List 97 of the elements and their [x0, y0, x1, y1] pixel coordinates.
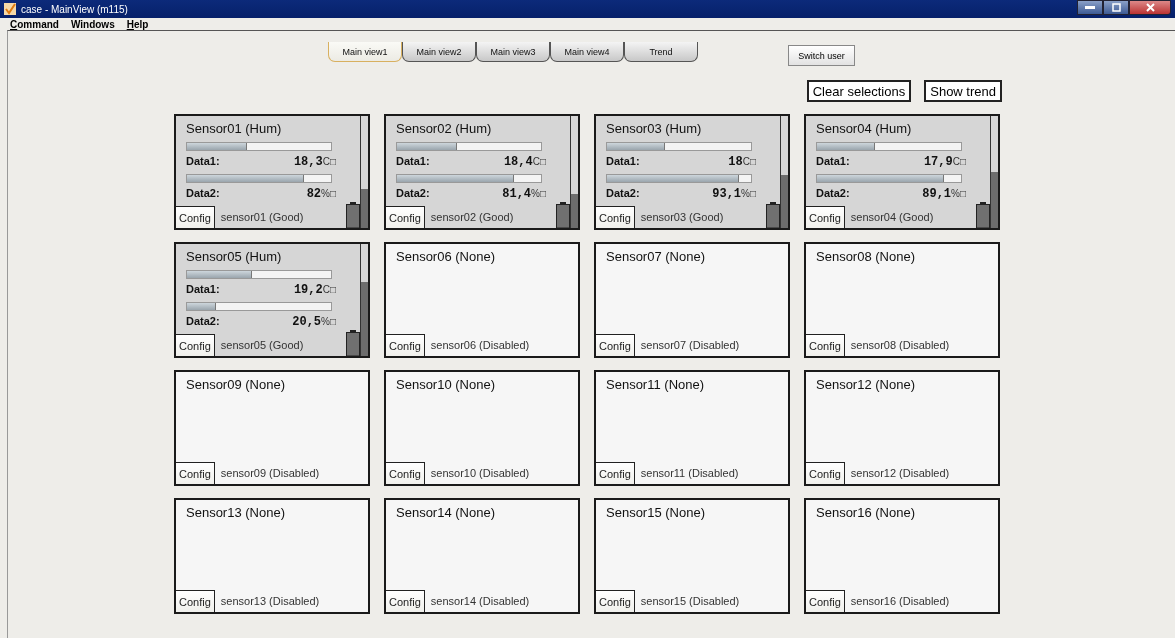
data-unit: C□ [952, 156, 966, 167]
config-button[interactable]: Config [176, 334, 215, 356]
menu-item[interactable]: Command [10, 18, 59, 30]
sensor-title: Sensor06 (None) [395, 248, 496, 265]
minimize-button[interactable] [1077, 0, 1103, 15]
data-value: 81,4 [502, 187, 532, 201]
data-unit: %□ [741, 188, 756, 199]
sensor-status: sensor08 (Disabled) [850, 338, 950, 351]
sensor-title: Sensor04 (Hum) [815, 120, 913, 137]
config-button[interactable]: Config [596, 462, 635, 484]
data-value: 18 [728, 155, 743, 169]
sensor-title: Sensor14 (None) [395, 504, 496, 521]
data-value: 20,5 [292, 315, 322, 329]
minimize-icon [1085, 5, 1095, 10]
data-label: Data1: [396, 155, 430, 167]
config-button[interactable]: Config [386, 206, 425, 228]
action-button[interactable]: Show trend [924, 80, 1002, 102]
data-unit: C□ [322, 156, 336, 167]
sensor-title: Sensor15 (None) [605, 504, 706, 521]
data-label: Data1: [186, 155, 220, 167]
sensor-title: Sensor11 (None) [605, 376, 706, 393]
menu-item[interactable]: Help [126, 18, 149, 30]
tab[interactable]: Main view4 [550, 42, 624, 62]
sensor-status: sensor12 (Disabled) [850, 466, 950, 479]
data-label: Data1: [186, 283, 220, 295]
config-button[interactable]: Config [176, 206, 215, 228]
window-title: case - MainView (m115) [21, 3, 128, 15]
sensor-title: Sensor08 (None) [815, 248, 916, 265]
sensor-title: Sensor09 (None) [185, 376, 286, 393]
config-button[interactable]: Config [596, 590, 635, 612]
sensor-status: sensor14 (Disabled) [430, 594, 530, 607]
data-value: 18,3 [293, 155, 323, 169]
config-button[interactable]: Config [176, 590, 215, 612]
menu-item[interactable]: Windows [70, 18, 115, 30]
app-icon [4, 3, 16, 15]
config-button[interactable]: Config [596, 206, 635, 228]
sensor-title: Sensor01 (Hum) [185, 120, 283, 137]
data-value: 89,1 [922, 187, 952, 201]
sensor-title: Sensor07 (None) [605, 248, 706, 265]
maximize-icon [1111, 3, 1121, 12]
data-label: Data2: [186, 315, 220, 327]
sensor-title: Sensor02 (Hum) [395, 120, 493, 137]
data-unit: C□ [742, 156, 756, 167]
maximize-button[interactable] [1103, 0, 1129, 15]
sensor-title: Sensor03 (Hum) [605, 120, 703, 137]
data-value: 82 [306, 187, 322, 201]
sensor-title: Sensor10 (None) [395, 376, 496, 393]
tab[interactable]: Trend [624, 42, 698, 62]
data-unit: %□ [531, 188, 546, 199]
data-label: Data1: [816, 155, 850, 167]
sensor-status: sensor01 (Good) [220, 210, 304, 223]
config-button[interactable]: Config [386, 462, 425, 484]
sensor-status: sensor10 (Disabled) [430, 466, 530, 479]
sensor-status: sensor06 (Disabled) [430, 338, 530, 351]
config-button[interactable]: Config [806, 334, 845, 356]
data-unit: C□ [532, 156, 546, 167]
data-unit: %□ [321, 316, 336, 327]
sensor-title: Sensor05 (Hum) [185, 248, 283, 265]
tab[interactable]: Main view2 [402, 42, 476, 62]
close-button[interactable] [1129, 0, 1171, 15]
sensor-title: Sensor13 (None) [185, 504, 286, 521]
config-button[interactable]: Config [386, 334, 425, 356]
data-label: Data2: [606, 187, 640, 199]
data-unit: %□ [951, 188, 966, 199]
data-label: Data2: [186, 187, 220, 199]
close-icon [1145, 3, 1155, 12]
data-value: 17,9 [923, 155, 953, 169]
sensor-status: sensor11 (Disabled) [640, 466, 739, 479]
config-button[interactable]: Config [596, 334, 635, 356]
data-value: 93,1 [712, 187, 742, 201]
sensor-status: sensor13 (Disabled) [220, 594, 320, 607]
data-label: Data1: [606, 155, 640, 167]
config-button[interactable]: Config [806, 206, 845, 228]
tab[interactable]: Main view1 [328, 42, 402, 62]
sensor-status: sensor04 (Good) [850, 210, 934, 223]
sensor-status: sensor09 (Disabled) [220, 466, 320, 479]
data-label: Data2: [816, 187, 850, 199]
config-button[interactable]: Config [806, 462, 845, 484]
action-button[interactable]: Clear selections [806, 80, 912, 102]
sensor-status: sensor03 (Good) [640, 210, 724, 223]
sensor-status: sensor02 (Good) [430, 210, 514, 223]
config-button[interactable]: Config [386, 590, 425, 612]
data-unit: %□ [321, 188, 336, 199]
data-label: Data2: [396, 187, 430, 199]
config-button[interactable]: Config [176, 462, 215, 484]
sensor-title: Sensor16 (None) [815, 504, 916, 521]
switch-user-button[interactable]: Switch user [788, 45, 855, 66]
config-button[interactable]: Config [806, 590, 845, 612]
data-value: 18,4 [503, 155, 533, 169]
sensor-status: sensor16 (Disabled) [850, 594, 950, 607]
data-unit: C□ [322, 284, 336, 295]
sensor-status: sensor07 (Disabled) [640, 338, 740, 351]
sensor-status: sensor05 (Good) [220, 338, 304, 351]
sensor-status: sensor15 (Disabled) [640, 594, 740, 607]
tab[interactable]: Main view3 [476, 42, 550, 62]
data-value: 19,2 [293, 283, 323, 297]
sensor-title: Sensor12 (None) [815, 376, 916, 393]
